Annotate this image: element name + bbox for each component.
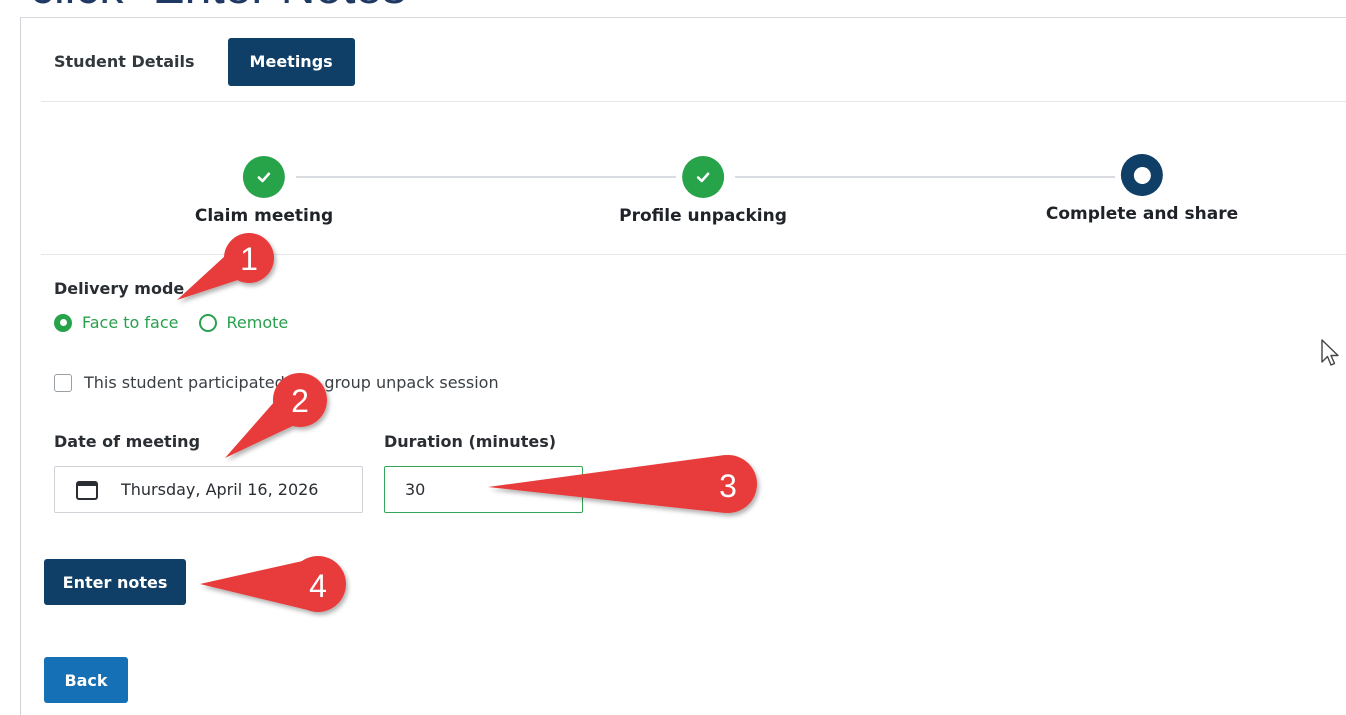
duration-input[interactable]: 30 [384,466,583,513]
dot-icon [1121,154,1163,196]
check-icon [242,156,285,198]
radio-face-to-face[interactable] [54,313,72,332]
step-label: Complete and share [1045,204,1239,224]
instruction-caption: click “Enter Notes” [30,0,422,12]
stepper-divider [41,254,1346,255]
check-icon [681,156,724,198]
tab-student-details[interactable]: Student Details [41,38,208,86]
tab-bar: Student Details Meetings [41,38,355,86]
tabs-divider [41,101,1346,102]
step-claim-meeting: Claim meeting [195,156,333,226]
radio-label[interactable]: Remote [227,313,289,332]
enter-notes-button[interactable]: Enter notes [44,559,186,605]
duration-label: Duration (minutes) [384,432,557,451]
radio-label[interactable]: Face to face [82,313,179,332]
delivery-mode-label: Delivery mode [54,279,185,298]
progress-stepper: Claim meeting Profile unpacking Complete… [21,154,1346,236]
calendar-icon [75,479,99,501]
step-label: Profile unpacking [619,206,787,226]
step-complete-and-share: Complete and share [1046,154,1238,224]
group-session-label[interactable]: This student participated in a group unp… [84,373,499,392]
date-of-meeting-label: Date of meeting [54,432,201,451]
date-of-meeting-field[interactable]: Thursday, April 16, 2026 [54,466,363,513]
tab-meetings[interactable]: Meetings [227,38,355,86]
step-label: Claim meeting [194,206,334,226]
radio-remote[interactable] [198,313,217,332]
meetings-panel: Student Details Meetings Claim meeting P… [20,17,1346,715]
back-button[interactable]: Back [44,657,128,703]
group-session-row: This student participated in a group unp… [54,373,499,392]
mouse-cursor-icon [1321,339,1339,366]
duration-value: 30 [405,480,426,499]
date-value: Thursday, April 16, 2026 [121,480,319,499]
delivery-mode-radio-group: Face to face Remote [54,313,298,332]
step-profile-unpacking: Profile unpacking [619,156,787,226]
group-session-checkbox[interactable] [54,373,72,392]
